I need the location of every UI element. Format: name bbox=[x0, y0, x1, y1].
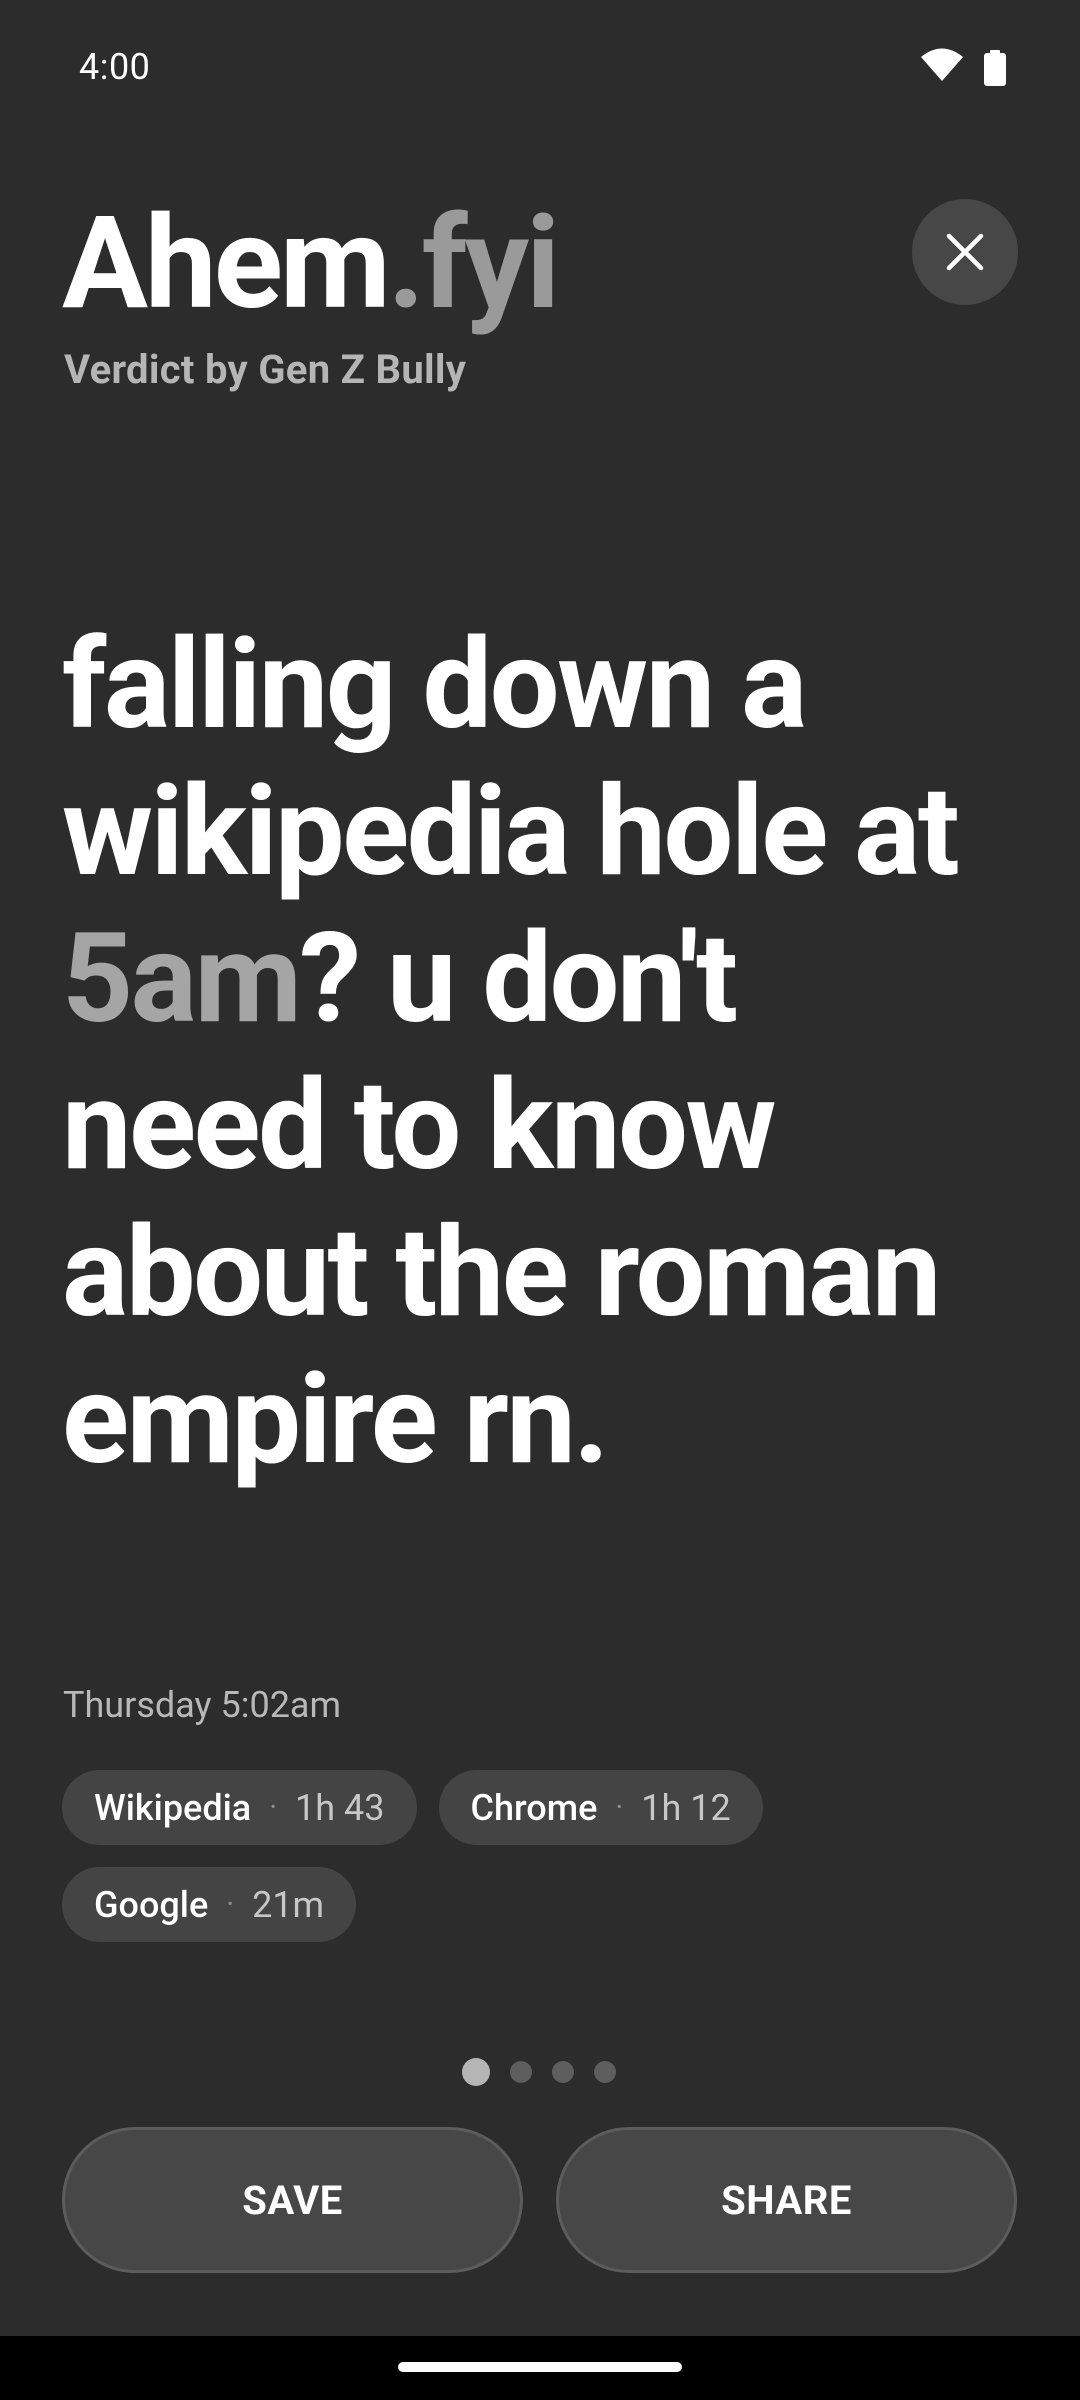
status-clock: 4:00 bbox=[79, 46, 151, 88]
brand-suffix: .fyi bbox=[387, 189, 560, 339]
page-dot[interactable] bbox=[510, 2061, 532, 2083]
brand-name: Ahem bbox=[62, 189, 391, 339]
chip-separator: · bbox=[615, 1790, 624, 1825]
wifi-icon bbox=[921, 48, 963, 81]
verdict-highlight: 5am bbox=[62, 907, 302, 1052]
page-dot-active[interactable] bbox=[462, 2058, 490, 2086]
app-usage-chip: Google · 21m bbox=[62, 1867, 357, 1942]
app-usage-chip: Chrome · 1h 12 bbox=[438, 1770, 763, 1845]
share-button[interactable]: SHARE bbox=[556, 2127, 1017, 2273]
verdict-screen: 4:00 Ahem.fyi Verdict by Gen Z Bully fal… bbox=[0, 0, 1080, 2400]
home-indicator[interactable] bbox=[398, 2362, 682, 2372]
chip-app-name: Chrome bbox=[470, 1786, 598, 1829]
app-usage-chip: Wikipedia · 1h 43 bbox=[62, 1770, 417, 1845]
brand-logo: Ahem.fyi bbox=[62, 200, 560, 328]
battery-icon bbox=[984, 50, 1006, 86]
chip-duration: 1h 12 bbox=[641, 1786, 731, 1829]
chip-separator: · bbox=[226, 1887, 235, 1922]
session-timestamp: Thursday 5:02am bbox=[63, 1684, 342, 1726]
chip-app-name: Google bbox=[94, 1883, 209, 1926]
save-button[interactable]: SAVE bbox=[62, 2127, 523, 2273]
status-bar: 4:00 bbox=[0, 0, 1080, 134]
page-indicator bbox=[462, 2058, 616, 2086]
close-icon bbox=[946, 233, 984, 271]
verdict-subtitle: Verdict by Gen Z Bully bbox=[64, 346, 467, 393]
page-dot[interactable] bbox=[594, 2061, 616, 2083]
verdict-text-part1: falling down a wikipedia hole at bbox=[62, 613, 960, 905]
chip-duration: 1h 43 bbox=[295, 1786, 385, 1829]
chip-app-name: Wikipedia bbox=[94, 1786, 252, 1829]
close-button[interactable] bbox=[912, 199, 1018, 305]
verdict-text: falling down a wikipedia hole at 5am? u … bbox=[62, 612, 1022, 1494]
page-dot[interactable] bbox=[552, 2061, 574, 2083]
navigation-bar bbox=[0, 2336, 1080, 2400]
app-usage-chips: Wikipedia · 1h 43 Chrome · 1h 12 Google … bbox=[62, 1770, 1022, 1942]
chip-separator: · bbox=[269, 1790, 278, 1825]
chip-duration: 21m bbox=[252, 1883, 325, 1926]
